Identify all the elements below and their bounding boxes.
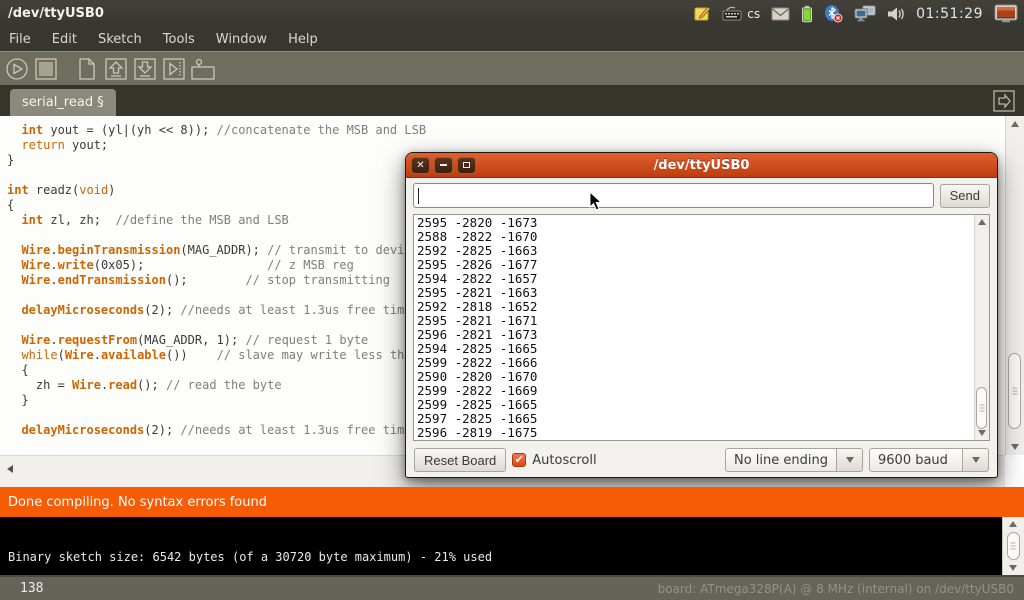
console-scrollbar-thumb[interactable] [1007,532,1020,560]
menu-window[interactable]: Window [216,32,267,47]
scroll-down-icon[interactable] [1011,444,1019,450]
mouse-cursor [589,191,602,215]
serial-output: 2595 -2820 -16732588 -2822 -16702592 -28… [414,215,989,440]
footer-status-bar: 138 board: ATmega328P(A) @ 8 MHz (intern… [0,575,1024,600]
tab-label: serial_read § [22,95,104,110]
serial-send-input[interactable] [413,183,934,208]
scroll-up-icon[interactable] [978,219,986,225]
bluetooth-icon[interactable] [824,4,843,23]
line-number: 138 [0,581,43,596]
active-window-title: /dev/ttyUSB0 [0,6,104,21]
open-sketch-button[interactable] [103,56,129,82]
keyboard-layout-label[interactable]: cs [747,7,760,21]
console-scrollbar[interactable] [1002,517,1024,575]
upload-button[interactable] [161,56,187,82]
verify-button[interactable] [4,56,30,82]
compile-status-bar: Done compiling. No syntax errors found [0,487,1024,517]
scroll-left-icon[interactable] [7,465,13,473]
serial-monitor-titlebar[interactable]: ✕ /dev/ttyUSB0 [406,153,997,178]
send-button[interactable]: Send [940,184,990,208]
line-ending-select[interactable]: No line ending [725,448,863,472]
session-icon[interactable] [994,4,1018,23]
save-sketch-button[interactable] [132,56,158,82]
autoscroll-label[interactable]: Autoscroll [532,453,596,468]
reset-board-button[interactable]: Reset Board [414,448,506,472]
menu-sketch[interactable]: Sketch [98,32,142,47]
menu-edit[interactable]: Edit [52,32,77,47]
serial-output-area[interactable]: 2595 -2820 -16732588 -2822 -16702592 -28… [413,214,990,441]
chevron-down-icon[interactable] [837,448,863,472]
scroll-down-icon[interactable] [1009,565,1017,571]
scroll-up-icon[interactable] [1009,521,1017,527]
keyboard-icon[interactable] [722,6,742,22]
mail-icon[interactable] [771,7,790,21]
tab-serial-read[interactable]: serial_read § [10,89,116,116]
serial-monitor-window: ✕ /dev/ttyUSB0 Send 2595 -2820 -16732588… [405,152,998,478]
scroll-up-icon[interactable] [1011,121,1019,127]
menu-bar: File Edit Sketch Tools Window Help [0,27,1024,51]
editor-vertical-scrollbar[interactable] [1005,116,1024,455]
new-tab-button[interactable] [992,89,1016,113]
menu-help[interactable]: Help [288,32,318,47]
baud-rate-select[interactable]: 9600 baud [869,448,989,472]
new-sketch-button[interactable] [74,56,100,82]
system-tray: cs 01:51:29 [694,0,1024,27]
top-panel: /dev/ttyUSB0 cs 01:51:29 [0,0,1024,27]
menu-tools[interactable]: Tools [163,32,195,47]
tab-bar: serial_read § [0,85,1024,116]
toolbar [0,51,1024,85]
menu-file[interactable]: File [9,32,31,47]
network-icon[interactable] [854,5,876,22]
serial-monitor-button[interactable] [190,56,216,82]
stop-button[interactable] [33,56,59,82]
chevron-down-icon[interactable] [963,448,989,472]
board-info: board: ATmega328P(A) @ 8 MHz (internal) … [658,582,1024,596]
battery-icon[interactable] [801,5,813,23]
serial-scrollbar-thumb[interactable] [976,387,987,429]
line-ending-value[interactable]: No line ending [725,448,837,472]
serial-scrollbar[interactable] [974,215,989,440]
compile-status-message: Done compiling. No syntax errors found [8,495,267,510]
autoscroll-checkbox[interactable]: ✔ [512,453,526,467]
text-caret [418,188,419,204]
volume-icon[interactable] [887,6,905,22]
clock[interactable]: 01:51:29 [916,6,983,22]
editor-scrollbar-thumb[interactable] [1008,353,1021,429]
console-message: Binary sketch size: 6542 bytes (of a 307… [8,550,492,564]
note-icon[interactable] [694,5,711,22]
scroll-down-icon[interactable] [978,430,986,436]
console-output: Binary sketch size: 6542 bytes (of a 307… [0,517,1024,575]
serial-monitor-title: /dev/ttyUSB0 [406,158,997,173]
baud-rate-value[interactable]: 9600 baud [869,448,963,472]
